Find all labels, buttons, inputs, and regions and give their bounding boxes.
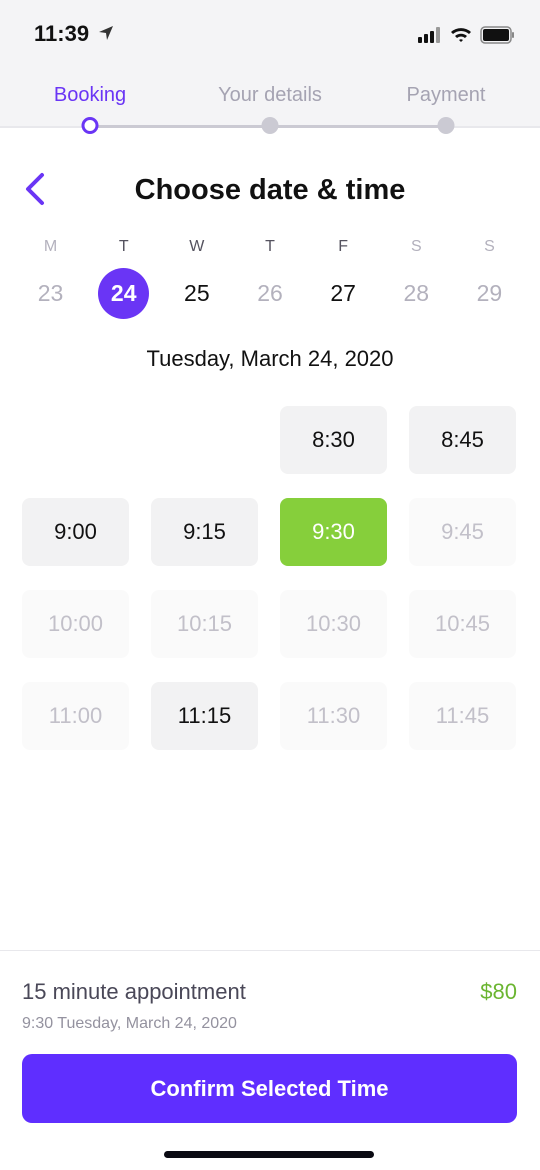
step-your-details: Your details (218, 84, 322, 106)
step-dot-payment (437, 117, 455, 134)
day-29[interactable]: S 29 (453, 238, 526, 319)
day-28[interactable]: S 28 (380, 238, 453, 319)
time-slot-9:15[interactable]: 9:15 (151, 498, 258, 566)
step-booking: Booking (53, 84, 127, 106)
step-dot-booking (81, 117, 99, 134)
day-27[interactable]: F 27 (307, 238, 380, 319)
home-indicator (164, 1151, 374, 1158)
day-of-week: W (189, 238, 205, 255)
time-slot-8:30[interactable]: 8:30 (280, 406, 387, 474)
empty-slot (22, 406, 129, 474)
time-slot-10:45: 10:45 (409, 590, 516, 658)
day-26[interactable]: T 26 (233, 238, 306, 319)
page-title: Choose date & time (134, 174, 406, 206)
day-of-week: S (410, 238, 422, 255)
day-of-week: F (338, 238, 349, 255)
day-25[interactable]: W 25 (160, 238, 233, 319)
day-number: 28 (403, 280, 430, 306)
day-24[interactable]: T 24 (87, 238, 160, 319)
day-number: 26 (257, 280, 283, 306)
time-slot-grid: 8:30 8:45 9:00 9:15 9:30 9:45 10:00 10:15 10:30 1… (22, 406, 517, 750)
selected-date: Tuesday, March 24, 2020 (146, 346, 394, 371)
time-slot-11:30: 11:30 (280, 682, 387, 750)
day-number: 29 (476, 280, 503, 306)
day-number: 25 (184, 280, 210, 306)
time-slot-11:00: 11:00 (22, 682, 129, 750)
signal-icon (418, 27, 440, 43)
day-of-week: T (118, 238, 129, 255)
status-time: 11:39 (34, 21, 90, 46)
appointment-type: 15 minute appointment (22, 979, 246, 1004)
time-slot-9:00[interactable]: 9:00 (22, 498, 129, 566)
time-slot-9:45: 9:45 (409, 498, 516, 566)
day-of-week: T (265, 238, 275, 255)
wifi-icon (451, 28, 471, 42)
time-slot-10:00: 10:00 (22, 590, 129, 658)
location-arrow-icon (99, 26, 113, 40)
time-slot-11:45: 11:45 (409, 682, 516, 750)
time-slot-10:15: 10:15 (151, 590, 258, 658)
confirm-selected-time-button[interactable]: Confirm Selected Time (22, 1054, 517, 1123)
divider (0, 950, 540, 951)
day-number: 27 (330, 280, 356, 306)
day-of-week: M (43, 238, 58, 255)
day-number: 24 (98, 268, 150, 319)
empty-slot (151, 406, 258, 474)
time-slot-11:15[interactable]: 11:15 (151, 682, 258, 750)
day-of-week: S (484, 238, 495, 255)
time-slot-9:30[interactable]: 9:30 (280, 498, 387, 566)
time-slot-8:45[interactable]: 8:45 (409, 406, 516, 474)
step-payment: Payment (406, 84, 486, 106)
battery-icon (480, 26, 514, 44)
week-strip: M 23 T 24 W 25 T 26 F 27 S 28 S 29 (14, 238, 526, 319)
top-bar: 11:39 (0, 0, 540, 128)
step-dot-details (261, 117, 279, 134)
day-number: 23 (37, 280, 64, 306)
time-slot-10:30: 10:30 (280, 590, 387, 658)
day-23[interactable]: M 23 (14, 238, 87, 319)
appointment-detail: 9:30 Tuesday, March 24, 2020 (22, 1015, 237, 1032)
appointment-price: $80 (480, 979, 517, 1004)
